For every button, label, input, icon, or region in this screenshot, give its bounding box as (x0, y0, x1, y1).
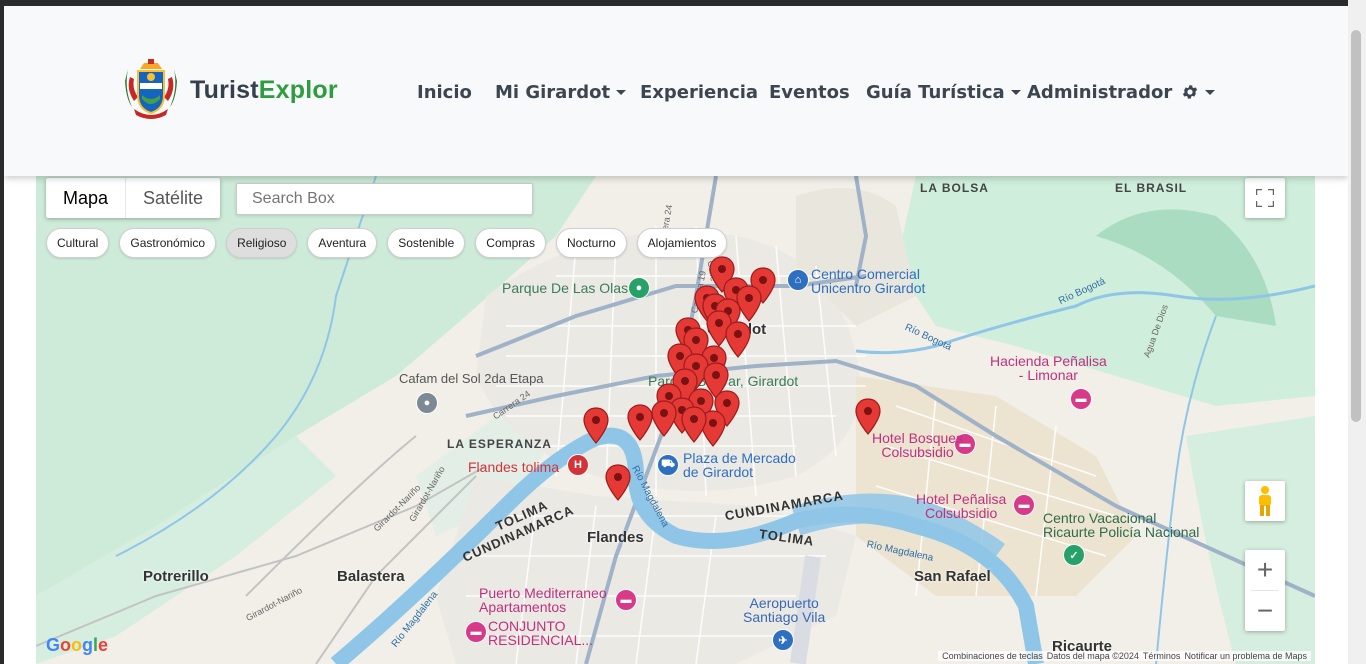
map-search-input[interactable] (236, 183, 533, 215)
keyboard-shortcuts-link[interactable]: Combinaciones de teclas (942, 651, 1043, 661)
map[interactable]: Mapa Satélite Cultural Gastronómico Reli… (36, 176, 1315, 664)
hotel-icon[interactable]: ▬ (465, 621, 487, 643)
map-pin-icon (725, 321, 751, 358)
airport-icon[interactable]: ✈ (772, 629, 794, 651)
map-marker[interactable] (680, 406, 708, 444)
map-pin-icon (651, 400, 677, 437)
map-marker[interactable] (626, 404, 654, 442)
map-footer: Combinaciones de teclas Datos del mapa ©… (938, 651, 1311, 661)
zoom-in-button[interactable]: + (1245, 550, 1285, 590)
coat-of-arms-logo (125, 59, 177, 119)
nav-guia-turistica-label: Guía Turística (866, 81, 1005, 103)
nav-inicio[interactable]: Inicio (417, 78, 472, 106)
map-pin-icon (605, 464, 631, 501)
zoom-out-button[interactable]: − (1245, 591, 1285, 631)
nav-administrador-label: Administrador (1027, 81, 1173, 103)
map-type-map-button[interactable]: Mapa (46, 178, 127, 218)
gear-icon (1182, 85, 1198, 99)
plus-icon: + (1256, 554, 1274, 585)
filter-sostenible[interactable]: Sostenible (387, 228, 466, 258)
nav-inicio-label: Inicio (417, 81, 472, 103)
filter-compras[interactable]: Compras (475, 228, 546, 258)
hotel-icon[interactable]: ▬ (954, 433, 976, 455)
nav-administrador[interactable]: Administrador (1027, 78, 1172, 106)
place-icon[interactable]: ● (416, 392, 438, 414)
filter-gastronomico[interactable]: Gastronómico (119, 228, 217, 258)
map-pin-icon (681, 406, 707, 443)
navbar: TuristExplor Inicio Mi Girardot Experien… (4, 6, 1348, 176)
park-icon[interactable]: ● (628, 277, 650, 299)
map-data-attribution: Datos del mapa ©2024 (1046, 651, 1139, 661)
filter-aventura[interactable]: Aventura (307, 228, 378, 258)
brand-name-part2: Explor (258, 75, 338, 104)
resort-icon[interactable]: ✓ (1063, 544, 1085, 566)
category-filters: Cultural Gastronómico Religioso Aventura… (46, 228, 728, 258)
map-marker[interactable] (604, 464, 632, 502)
fullscreen-button[interactable] (1245, 178, 1285, 218)
hotel-icon[interactable]: ▬ (615, 589, 637, 611)
nav-mi-girardot-label: Mi Girardot (495, 81, 611, 103)
filter-alojamientos[interactable]: Alojamientos (636, 228, 728, 258)
nav-experiencia-label: Experiencia (640, 81, 759, 103)
pegman-icon (1259, 486, 1271, 516)
map-pin-icon (627, 404, 653, 441)
street-view-pegman[interactable] (1245, 481, 1285, 521)
page: TuristExplor Inicio Mi Girardot Experien… (4, 6, 1348, 664)
hotel-icon[interactable]: ▬ (1013, 494, 1035, 516)
filter-nocturno[interactable]: Nocturno (555, 228, 627, 258)
map-marker[interactable] (724, 321, 752, 359)
map-pin-icon (855, 398, 881, 435)
filter-cultural[interactable]: Cultural (46, 228, 110, 258)
nav-eventos[interactable]: Eventos (769, 78, 850, 106)
report-problem-link[interactable]: Notificar un problema de Maps (1184, 651, 1307, 661)
google-logo: Google (46, 635, 109, 655)
shopping-icon[interactable]: ⌂ (787, 269, 809, 291)
brand[interactable]: TuristExplor (122, 58, 338, 122)
minus-icon: − (1256, 595, 1274, 626)
brand-name-part1: Turist (190, 75, 259, 104)
nav-experiencia[interactable]: Experiencia (640, 78, 758, 106)
filter-religioso[interactable]: Religioso (226, 228, 298, 258)
zoom-control: + − (1245, 550, 1285, 631)
map-type-control: Mapa Satélite (46, 178, 221, 218)
map-pin-icon (583, 407, 609, 444)
settings-dropdown[interactable] (1181, 78, 1215, 106)
brand-name: TuristExplor (190, 76, 338, 105)
nav-guia-turistica[interactable]: Guía Turística (866, 78, 1021, 106)
terms-link[interactable]: Términos (1143, 651, 1181, 661)
nav-mi-girardot[interactable]: Mi Girardot (495, 78, 627, 106)
map-marker[interactable] (582, 407, 610, 445)
map-type-satellite-button[interactable]: Satélite (126, 178, 220, 218)
caret-down-icon (1010, 89, 1021, 95)
fullscreen-icon (1256, 189, 1274, 207)
cart-icon[interactable]: ⛟ (657, 454, 679, 476)
caret-down-icon (616, 89, 627, 95)
nav-eventos-label: Eventos (769, 81, 850, 103)
scrollbar-thumb[interactable] (1351, 30, 1361, 422)
caret-down-icon (1205, 89, 1215, 95)
map-marker[interactable] (650, 400, 678, 438)
hospital-icon[interactable]: H (567, 454, 589, 476)
hotel-icon[interactable]: ▬ (1070, 388, 1092, 410)
map-marker[interactable] (854, 398, 882, 436)
